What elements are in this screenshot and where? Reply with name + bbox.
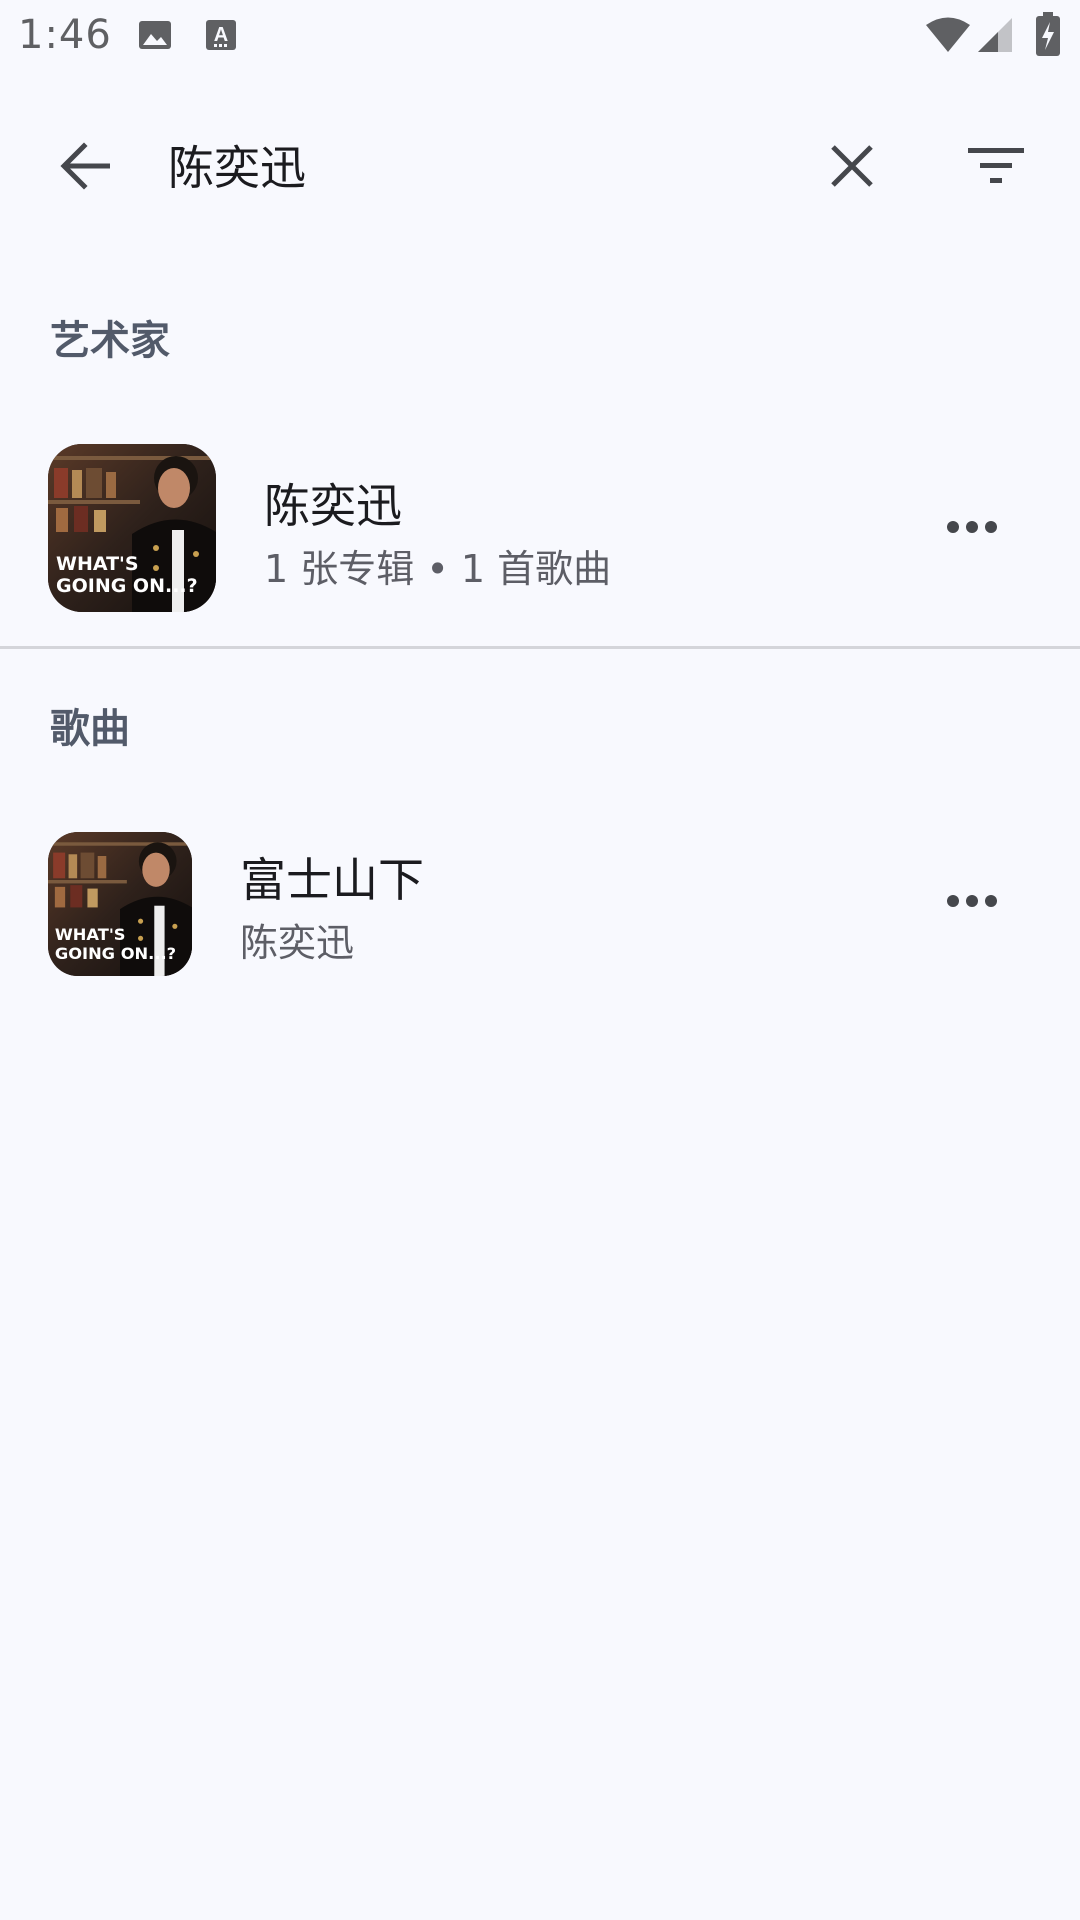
artist-thumbnail: WHAT'S GOING ON...? — [48, 444, 216, 612]
artist-more-button[interactable] — [922, 478, 1022, 578]
song-thumbnail: WHAT'S GOING ON...? — [48, 832, 192, 976]
section-header-songs: 歌曲 — [50, 706, 130, 752]
filter-button[interactable] — [946, 118, 1046, 218]
text-a-icon: A — [206, 18, 236, 56]
more-horizontal-icon — [946, 519, 998, 538]
battery-charging-icon — [1036, 12, 1060, 60]
status-time: 1:46 — [18, 12, 112, 58]
artist-name: 陈奕迅 — [264, 479, 402, 533]
status-bar: 1:46 A — [0, 0, 1080, 72]
wifi-icon — [924, 16, 972, 58]
more-horizontal-icon — [946, 893, 998, 912]
close-icon — [829, 143, 875, 193]
image-icon — [138, 18, 172, 56]
song-artist: 陈奕迅 — [240, 921, 355, 965]
artist-row[interactable]: WHAT'S GOING ON...? 陈奕迅 1 张专辑 • 1 首歌曲 — [0, 430, 1080, 630]
section-header-artists: 艺术家 — [50, 318, 170, 364]
signal-icon — [978, 16, 1014, 58]
song-title: 富士山下 — [240, 853, 424, 907]
search-input[interactable]: 陈奕迅 — [168, 136, 306, 200]
song-more-button[interactable] — [922, 852, 1022, 952]
clear-search-button[interactable] — [802, 118, 902, 218]
song-row[interactable]: WHAT'S GOING ON...? 富士山下 陈奕迅 — [0, 820, 1080, 992]
artist-stats: 1 张专辑 • 1 首歌曲 — [264, 547, 612, 591]
filter-icon — [968, 146, 1024, 190]
album-art-line-2: GOING ON...? — [55, 944, 176, 963]
section-divider — [0, 646, 1080, 649]
back-button[interactable] — [34, 118, 134, 218]
arrow-left-icon — [58, 140, 111, 196]
svg-text:A: A — [214, 24, 228, 46]
album-art-line-2: GOING ON...? — [56, 575, 198, 597]
album-art-line-1: WHAT'S — [55, 925, 126, 944]
album-art-line-1: WHAT'S — [56, 553, 139, 575]
search-toolbar: 陈奕迅 — [0, 100, 1080, 236]
